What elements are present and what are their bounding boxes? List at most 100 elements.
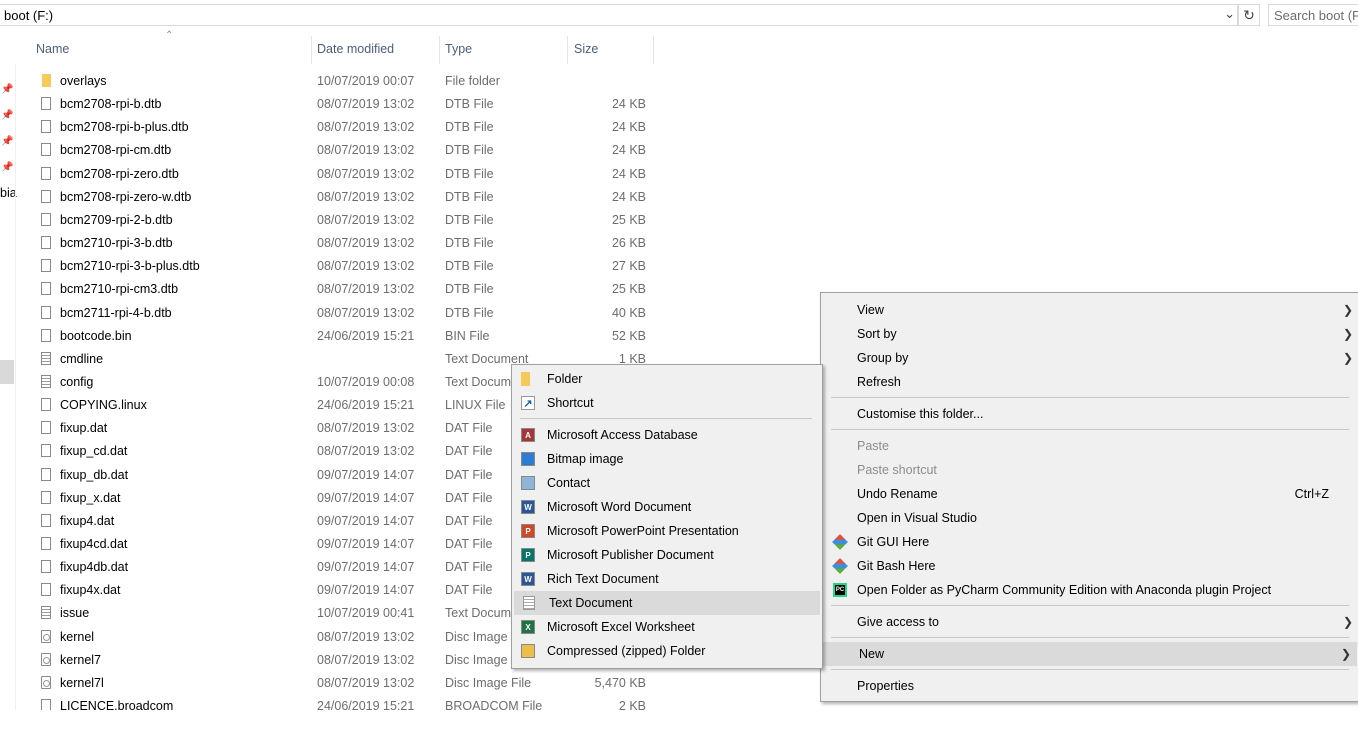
file-type: DTB File [445, 282, 494, 297]
menu-item-open-in-visual-studio[interactable]: Open in Visual Studio [821, 506, 1358, 530]
file-name: fixup_x.dat [60, 490, 121, 505]
file-name: bcm2708-rpi-b.dtb [60, 97, 162, 112]
chevron-down-icon[interactable]: ⌄ [1224, 6, 1235, 22]
file-icon [41, 212, 51, 226]
chevron-right-icon: ❯ [1342, 615, 1353, 629]
file-row[interactable]: bcm2709-rpi-2-b.dtb 08/07/2019 13:02 DTB F… [36, 209, 656, 231]
menu-item-paste-shortcut[interactable]: Paste shortcut [821, 458, 1358, 482]
file-row[interactable]: bcm2708-rpi-zero.dtb 08/07/2019 13:02 DTB … [36, 163, 656, 185]
pin-icon[interactable]: 📌 [1, 84, 13, 95]
file-type: DTB File [445, 305, 494, 320]
file-name: bcm2708-rpi-b-plus.dtb [60, 120, 189, 135]
menu-item-compressed-zipped-folder[interactable]: Compressed (zipped) Folder [512, 639, 822, 663]
list-clip [0, 710, 1358, 731]
menu-item-label: Open Folder as PyCharm Community Edition… [857, 583, 1272, 597]
menu-item-rich-text-document[interactable]: W Rich Text Document [512, 567, 822, 591]
menu-separator [831, 397, 1349, 398]
bitmap-icon [521, 452, 535, 466]
sidebar-selected-item[interactable] [0, 360, 14, 384]
menu-item-label: Give access to [857, 615, 939, 629]
menu-item-label: Bitmap image [547, 452, 624, 466]
menu-item-label: Refresh [857, 375, 901, 389]
menu-item-properties[interactable]: Properties [821, 674, 1358, 698]
menu-item-paste[interactable]: Paste [821, 434, 1358, 458]
menu-item-sort-by[interactable]: Sort by ❯ [821, 322, 1358, 346]
file-row[interactable]: bcm2708-rpi-b.dtb 08/07/2019 13:02 DTB Fil… [36, 93, 656, 115]
file-date: 08/07/2019 13:02 [317, 97, 415, 112]
file-row[interactable]: bcm2710-rpi-3-b.dtb 08/07/2019 13:02 DTB F… [36, 232, 656, 254]
menu-item-microsoft-publisher-document[interactable]: P Microsoft Publisher Document [512, 543, 822, 567]
search-input[interactable]: Search boot (F:) [1268, 4, 1358, 26]
menu-item-refresh[interactable]: Refresh [821, 370, 1358, 394]
menu-item-shortcut[interactable]: ↗ Shortcut [512, 391, 822, 415]
menu-item-folder[interactable]: Folder [512, 367, 822, 391]
file-name: kernel7l [60, 675, 104, 690]
pin-icon[interactable]: 📌 [1, 110, 13, 121]
menu-item-group-by[interactable]: Group by ❯ [821, 346, 1358, 370]
chevron-right-icon: ❯ [1342, 303, 1353, 317]
menu-item-label: Git Bash Here [857, 559, 936, 573]
powerpoint-icon: P [521, 524, 535, 538]
file-row[interactable]: bcm2711-rpi-4-b.dtb 08/07/2019 13:02 DTB F… [36, 302, 656, 324]
column-header-type[interactable]: Type [439, 36, 568, 64]
publisher-icon: P [521, 548, 535, 562]
file-row[interactable]: bcm2708-rpi-zero-w.dtb 08/07/2019 13:02 DT… [36, 186, 656, 208]
file-row[interactable]: bcm2710-rpi-3-b-plus.dtb 08/07/2019 13:02… [36, 255, 656, 277]
file-date: 08/07/2019 13:02 [317, 421, 415, 436]
menu-item-open-folder-as-pycharm-community-edition-with-anaconda-plugin-project[interactable]: PC Open Folder as PyCharm Community Editi… [821, 578, 1358, 602]
menu-item-microsoft-powerpoint-presentation[interactable]: P Microsoft PowerPoint Presentation [512, 519, 822, 543]
address-bar[interactable]: boot (F:) ⌄ [0, 4, 1238, 26]
text-file-icon [523, 596, 535, 610]
file-row[interactable]: kernel7l 08/07/2019 13:02 Disc Image File 5… [36, 672, 656, 694]
menu-item-text-document[interactable]: Text Document [514, 591, 820, 615]
menu-item-label: Microsoft Access Database [547, 428, 698, 442]
file-type: DAT File [445, 537, 493, 551]
file-row[interactable]: bcm2708-rpi-cm.dtb 08/07/2019 13:02 DTB Fi… [36, 139, 656, 161]
menu-item-undo-rename[interactable]: Undo Rename Ctrl+Z [821, 482, 1358, 506]
column-label: Type [445, 42, 473, 56]
file-row[interactable]: bcm2708-rpi-b-plus.dtb 08/07/2019 13:02 DT… [36, 116, 656, 138]
menu-item-label: Paste [857, 439, 889, 453]
menu-separator [831, 669, 1349, 670]
file-row[interactable]: bcm2710-rpi-cm3.dtb 08/07/2019 13:02 DTB F… [36, 278, 656, 300]
menu-item-contact[interactable]: Contact [512, 471, 822, 495]
menu-item-label: Text Document [549, 596, 633, 610]
file-type: DAT File [445, 467, 493, 482]
column-header-size[interactable]: Size [568, 36, 654, 64]
file-icon [41, 583, 51, 597]
file-type: DAT File [445, 421, 493, 436]
menu-item-git-bash-here[interactable]: Git Bash Here [821, 554, 1358, 578]
file-size: 5,470 KB [594, 675, 646, 690]
menu-item-label: Paste shortcut [857, 463, 937, 477]
file-date: 08/07/2019 13:02 [317, 629, 415, 644]
file-row[interactable]: bootcode.bin 24/06/2019 15:21 BIN File 52 K… [36, 325, 656, 347]
menu-item-git-gui-here[interactable]: Git GUI Here [821, 530, 1358, 554]
file-type: BIN File [445, 328, 490, 343]
file-icon [41, 143, 51, 157]
menu-item-customise-this-folder[interactable]: Customise this folder... [821, 402, 1358, 426]
file-name: cmdline [60, 351, 104, 366]
menu-item-new[interactable]: New ❯ [823, 642, 1357, 666]
file-date: 10/07/2019 00:08 [317, 374, 415, 389]
file-date: 08/07/2019 13:02 [317, 675, 415, 690]
refresh-icon[interactable]: ↻ [1238, 4, 1260, 26]
menu-item-view[interactable]: View ❯ [821, 298, 1358, 322]
file-icon [41, 120, 51, 134]
menu-item-bitmap-image[interactable]: Bitmap image [512, 447, 822, 471]
file-icon [41, 259, 51, 273]
file-name: issue [60, 606, 90, 621]
menu-item-microsoft-access-database[interactable]: A Microsoft Access Database [512, 423, 822, 447]
menu-item-microsoft-excel-worksheet[interactable]: X Microsoft Excel Worksheet [512, 615, 822, 639]
menu-item-give-access-to[interactable]: Give access to ❯ [821, 610, 1358, 634]
git-icon [832, 558, 848, 574]
file-row[interactable]: overlays 10/07/2019 00:07 File folder [36, 70, 656, 92]
folder-icon [42, 74, 51, 87]
menu-item-label: View [857, 303, 884, 317]
pin-icon[interactable]: 📌 [1, 162, 13, 173]
column-header-date[interactable]: Date modified [311, 36, 440, 64]
file-type: LINUX File [445, 398, 506, 413]
menu-item-label: New [859, 647, 885, 661]
menu-item-microsoft-word-document[interactable]: W Microsoft Word Document [512, 495, 822, 519]
file-name: overlays [60, 74, 107, 88]
pin-icon[interactable]: 📌 [1, 136, 13, 147]
